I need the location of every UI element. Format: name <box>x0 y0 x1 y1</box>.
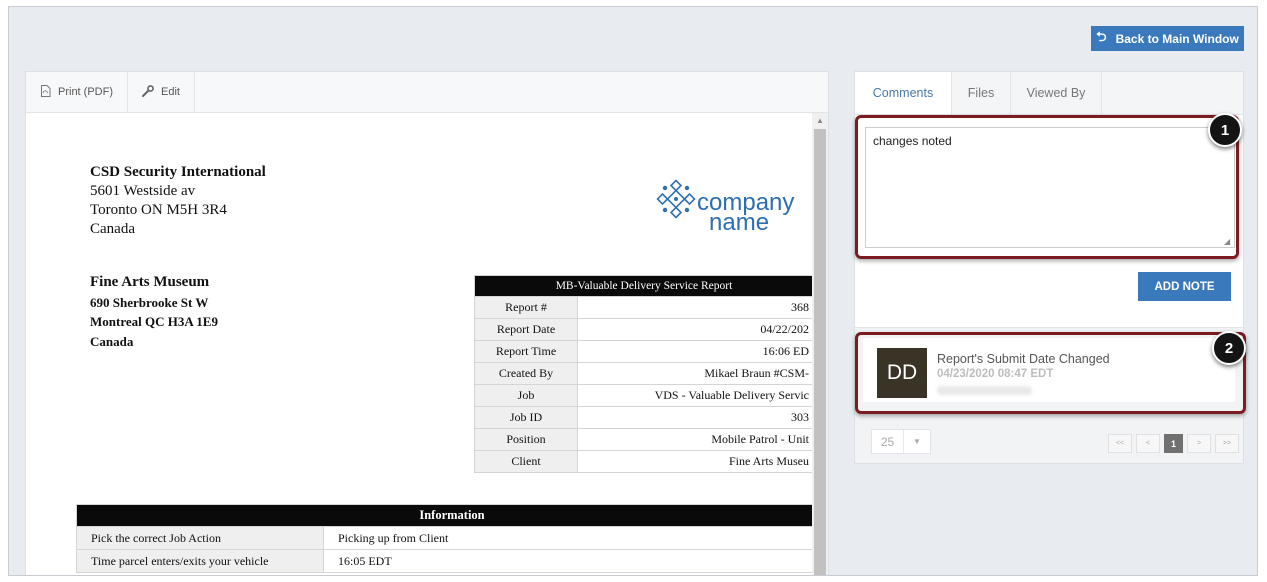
back-button-label: Back to Main Window <box>1115 31 1239 46</box>
detail-label: Job <box>474 384 578 407</box>
app-window: ⮌ Back to Main Window Print (PDF) Edit C… <box>8 6 1258 576</box>
tab-comments[interactable]: Comments <box>855 72 952 114</box>
info-label: Pick the correct Job Action <box>76 526 324 550</box>
edit-label: Edit <box>161 86 180 98</box>
client-name: Fine Arts Museum <box>90 274 210 290</box>
resize-grip-icon[interactable]: ◢ <box>1224 237 1233 246</box>
logo-text: company name <box>697 191 794 236</box>
information-title: Information <box>76 504 812 527</box>
return-arrow-icon: ⮌ <box>1096 28 1107 44</box>
company-address-line-1: 5601 Westside av <box>90 183 196 199</box>
detail-value: Fine Arts Museu <box>577 450 812 473</box>
detail-label: Report Date <box>474 318 578 341</box>
tab-viewed-by[interactable]: Viewed By <box>1011 72 1102 114</box>
prev-page-button[interactable]: < <box>1136 434 1160 453</box>
callout-badge-2: 2 <box>1212 331 1246 365</box>
detail-value: Mobile Patrol - Unit <box>577 428 812 451</box>
company-logo: company name <box>656 179 812 239</box>
detail-label: Client <box>474 450 578 473</box>
pdf-icon <box>40 84 51 100</box>
first-page-button[interactable]: << <box>1108 434 1132 453</box>
detail-value: Mikael Braun #CSM- <box>577 362 812 385</box>
detail-label: Report # <box>474 296 578 319</box>
scrollbar-thumb[interactable] <box>814 129 826 575</box>
detail-label: Job ID <box>474 406 578 429</box>
edit-button[interactable]: Edit <box>128 72 195 112</box>
table-row: Position Mobile Patrol - Unit <box>474 428 812 451</box>
tab-files[interactable]: Files <box>952 72 1011 114</box>
detail-value: 16:06 ED <box>577 340 812 363</box>
scroll-up-arrow-icon[interactable]: ▲ <box>812 113 828 127</box>
chevron-down-icon: ▼ <box>913 437 921 446</box>
report-details-table: MB-Valuable Delivery Service Report Repo… <box>474 275 812 473</box>
wrench-icon <box>142 84 154 100</box>
callout-badge-1: 1 <box>1208 113 1242 147</box>
report-document: CSD Security International 5601 Westside… <box>26 113 812 575</box>
next-page-button[interactable]: > <box>1187 434 1211 453</box>
add-note-button[interactable]: ADD NOTE <box>1138 272 1231 301</box>
detail-value: 04/22/202 <box>577 318 812 341</box>
table-row: Job VDS - Valuable Delivery Servic <box>474 384 812 407</box>
table-row: Client Fine Arts Museu <box>474 450 812 473</box>
print-pdf-button[interactable]: Print (PDF) <box>26 72 128 112</box>
notes-list: DD Report's Submit Date Changed 04/23/20… <box>855 327 1243 463</box>
table-row: Report Time 16:06 ED <box>474 340 812 363</box>
detail-value: VDS - Valuable Delivery Servic <box>577 384 812 407</box>
avatar: DD <box>877 348 927 398</box>
info-label: Time parcel enters/exits your vehicle <box>76 549 324 573</box>
page-1-button[interactable]: 1 <box>1164 434 1183 453</box>
info-value: 16:05 EDT <box>323 549 812 573</box>
report-details-title: MB-Valuable Delivery Service Report <box>474 275 812 297</box>
client-address: Fine Arts Museum 690 Sherbrooke St W Mon… <box>90 273 218 351</box>
info-value: Picking up from Client <box>323 526 812 550</box>
back-to-main-window-button[interactable]: ⮌ Back to Main Window <box>1091 26 1244 51</box>
side-panel: Comments Files Viewed By changes noted ◢… <box>854 71 1244 464</box>
logo-line-2: name <box>709 209 770 236</box>
company-address-line-2: Toronto ON M5H 3R4 <box>90 202 227 218</box>
client-address-line-2: Montreal QC H3A 1E9 <box>90 314 218 329</box>
page-size-select[interactable]: 25 ▼ <box>871 429 931 454</box>
note-title: Report's Submit Date Changed <box>937 352 1110 366</box>
table-row: Created By Mikael Braun #CSM- <box>474 362 812 385</box>
detail-value: 303 <box>577 406 812 429</box>
company-name: CSD Security International <box>90 164 266 180</box>
note-user-blurred <box>937 386 1032 395</box>
detail-label: Position <box>474 428 578 451</box>
table-row: Time parcel enters/exits your vehicle 16:… <box>76 549 812 573</box>
snowflake-logo-icon <box>656 179 696 219</box>
table-row: Report #368 <box>474 296 812 319</box>
company-address: CSD Security International 5601 Westside… <box>90 163 266 239</box>
comment-textarea[interactable]: changes noted <box>865 127 1235 248</box>
side-tabs: Comments Files Viewed By <box>855 72 1243 115</box>
company-country: Canada <box>90 221 135 237</box>
client-address-line-1: 690 Sherbrooke St W <box>90 294 209 310</box>
detail-value: 368 <box>577 296 812 319</box>
client-country: Canada <box>90 333 134 349</box>
detail-label: Report Time <box>474 340 578 363</box>
information-table: Information Pick the correct Job Action P… <box>76 504 812 573</box>
report-toolbar: Print (PDF) Edit <box>26 72 828 113</box>
table-row: Pick the correct Job Action Picking up fr… <box>76 526 812 550</box>
note-date: 04/23/2020 08:47 EDT <box>937 368 1054 380</box>
report-panel: Print (PDF) Edit CSD Security Internatio… <box>25 71 829 575</box>
page-size-value: 25 <box>872 430 904 453</box>
detail-label: Created By <box>474 362 578 385</box>
report-viewer[interactable]: CSD Security International 5601 Westside… <box>26 113 828 575</box>
print-label: Print (PDF) <box>58 86 113 98</box>
table-row: Job ID 303 <box>474 406 812 429</box>
vertical-scrollbar[interactable]: ▲ <box>812 113 828 575</box>
table-row: Report Date 04/22/202 <box>474 318 812 341</box>
note-item: DD Report's Submit Date Changed 04/23/20… <box>863 338 1235 402</box>
last-page-button[interactable]: >> <box>1215 434 1239 453</box>
